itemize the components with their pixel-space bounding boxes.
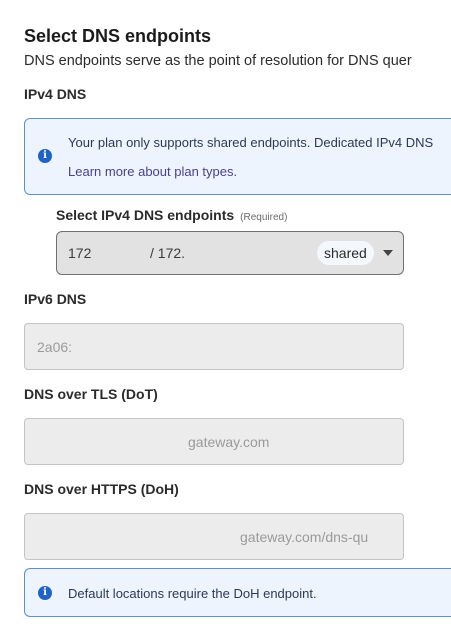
ipv4-select-label: Select IPv4 DNS endpoints (Required) bbox=[56, 207, 287, 223]
doh-endpoint-value: gateway.com/dns-qu bbox=[240, 529, 369, 545]
page-description: DNS endpoints serve as the point of reso… bbox=[24, 53, 412, 69]
required-indicator: (Required) bbox=[240, 212, 288, 223]
plan-types-link[interactable]: Learn more about plan types. bbox=[68, 164, 237, 179]
dot-endpoint-value: gateway.com bbox=[188, 434, 270, 450]
ipv4-primary-address: 172 bbox=[68, 245, 92, 261]
ipv6-section-label: IPv6 DNS bbox=[24, 291, 87, 307]
info-icon: i bbox=[38, 586, 52, 600]
ipv4-endpoint-select[interactable]: 172 / 172. shared bbox=[56, 231, 404, 275]
ipv6-endpoint-field[interactable]: 2a06: bbox=[24, 323, 404, 370]
ipv4-section-label: IPv4 DNS bbox=[24, 86, 87, 102]
doh-info-alert: i Default locations require the DoH endp… bbox=[24, 568, 451, 617]
dot-endpoint-field[interactable]: gateway.com bbox=[24, 418, 404, 465]
doh-section-label: DNS over HTTPS (DoH) bbox=[24, 481, 179, 497]
ipv4-secondary-address: / 172. bbox=[150, 245, 186, 261]
ipv6-endpoint-value: 2a06: bbox=[37, 339, 73, 355]
dot-section-label: DNS over TLS (DoT) bbox=[24, 386, 158, 402]
dns-endpoints-panel: Select DNS endpoints DNS endpoints serve… bbox=[0, 0, 451, 636]
doh-info-text: Default locations require the DoH endpoi… bbox=[68, 586, 317, 601]
doh-endpoint-field[interactable]: gateway.com/dns-qu bbox=[24, 513, 404, 560]
ipv4-plan-info-text: Your plan only supports shared endpoints… bbox=[68, 135, 434, 150]
shared-endpoint-chip: shared bbox=[317, 241, 374, 265]
chevron-down-icon[interactable] bbox=[383, 250, 393, 256]
page-title: Select DNS endpoints bbox=[24, 26, 212, 46]
info-icon: i bbox=[38, 149, 52, 163]
ipv4-plan-info-alert: i Your plan only supports shared endpoin… bbox=[24, 118, 451, 195]
ipv4-select-label-text: Select IPv4 DNS endpoints bbox=[56, 207, 235, 223]
